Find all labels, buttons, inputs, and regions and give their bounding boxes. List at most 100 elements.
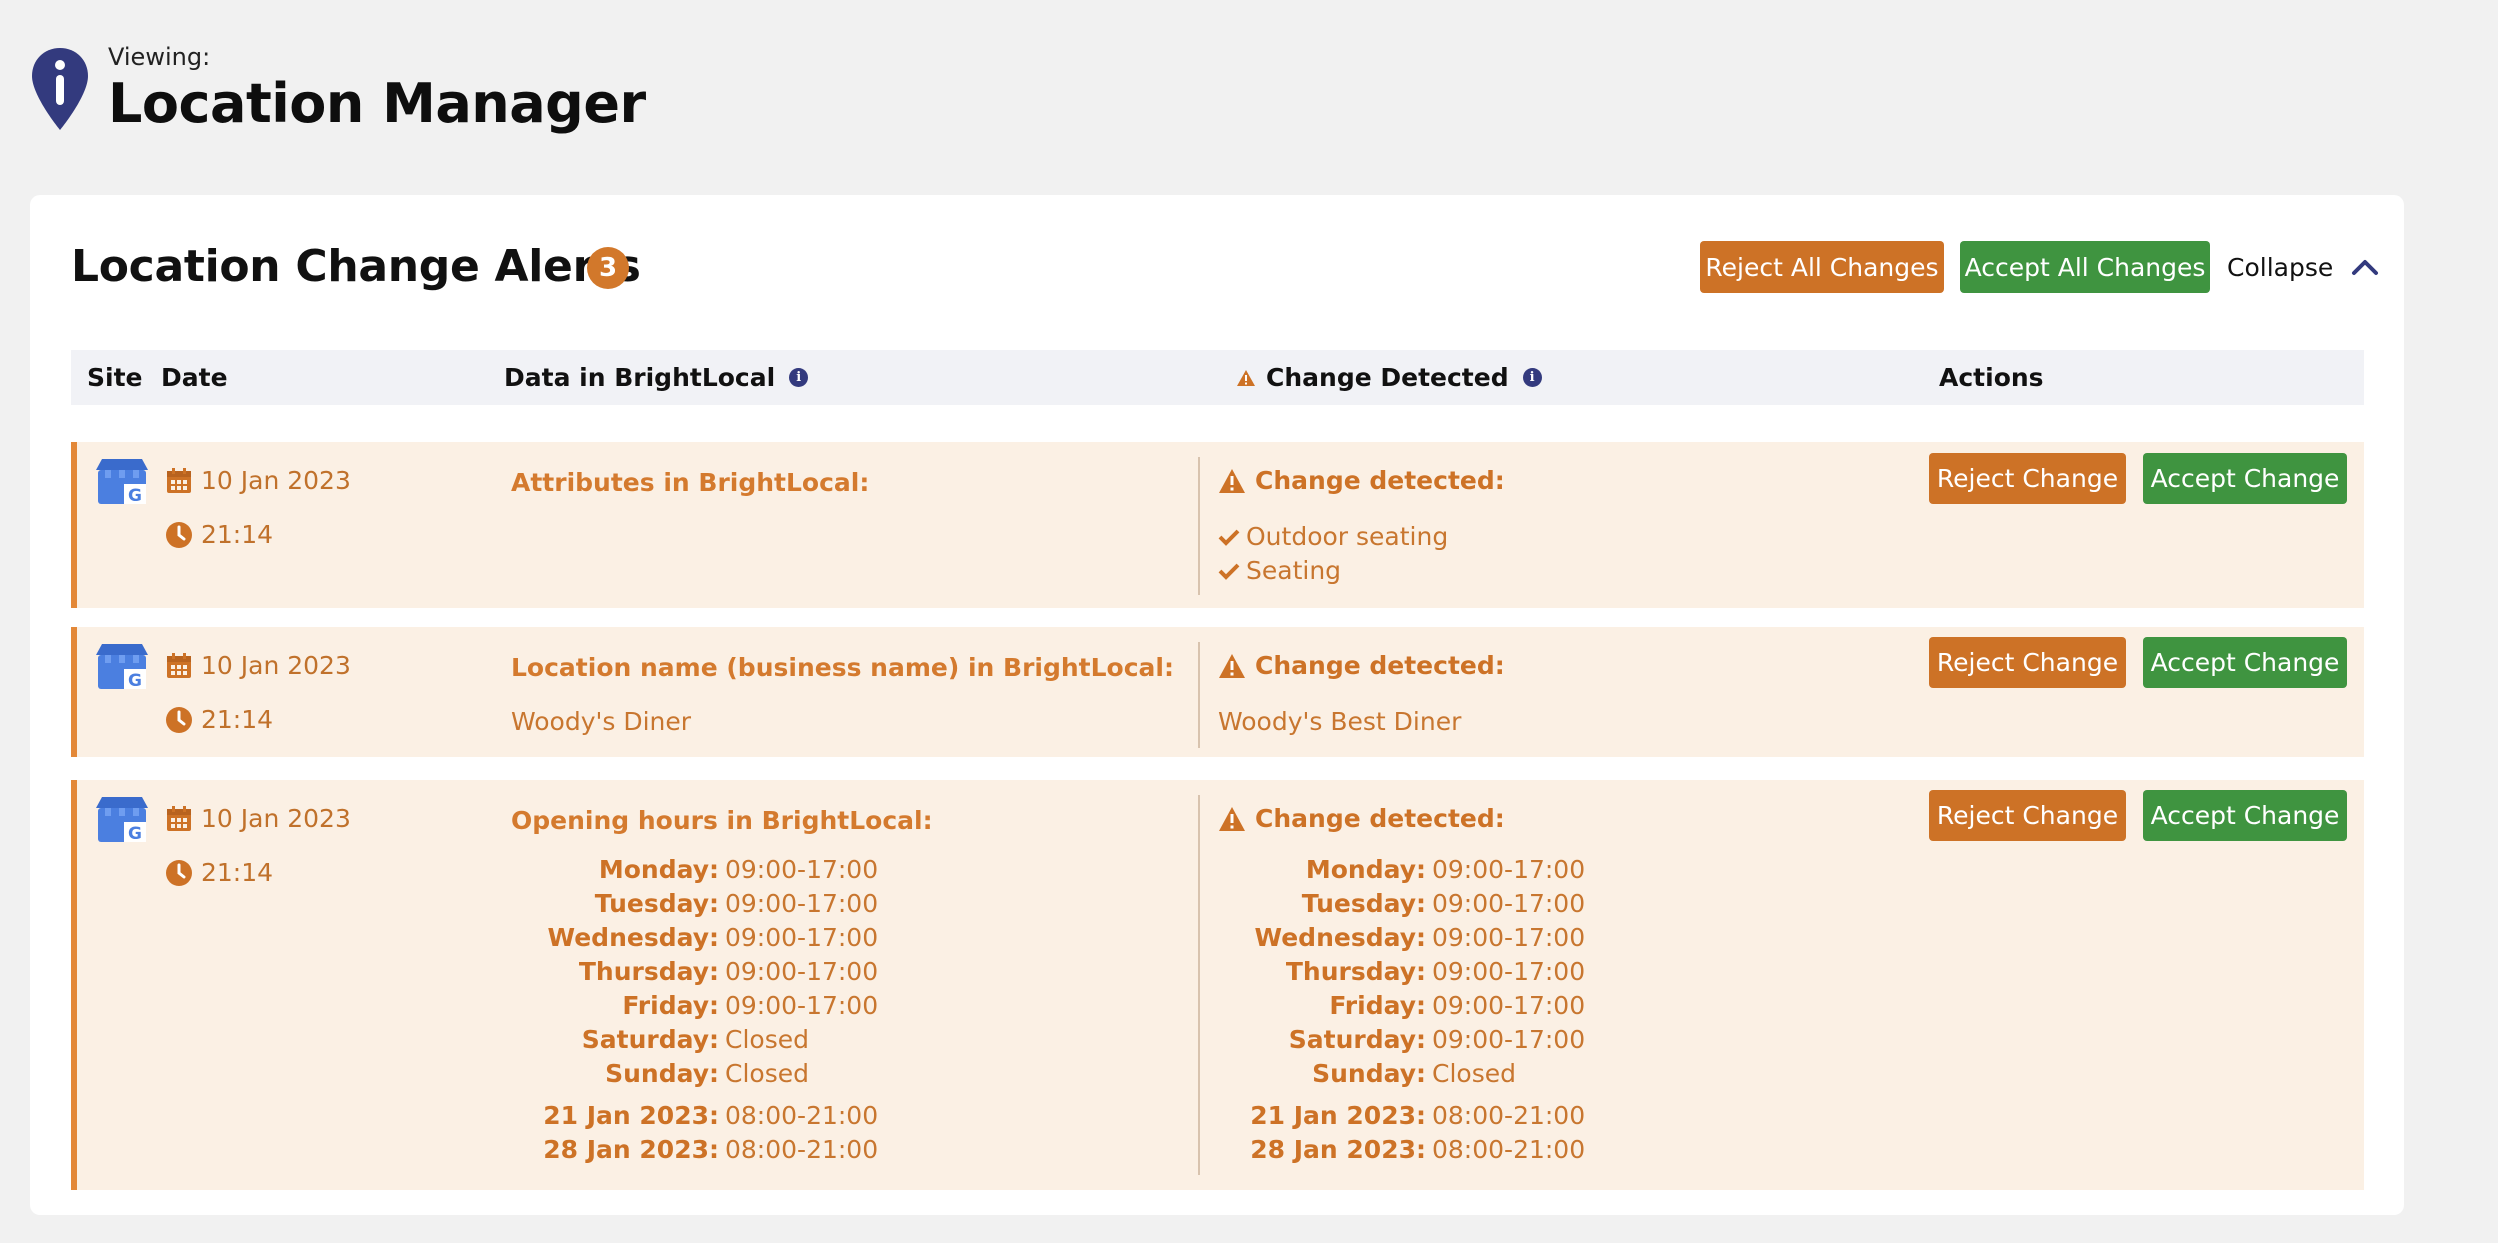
hours-day: 28 Jan 2023 (543, 1134, 709, 1164)
hours-time: 09:00-17:00 (725, 854, 879, 884)
list-item: 21 Jan 2023:08:00-21:00 (509, 1098, 878, 1132)
list-item: Friday:09:00-17:00 (509, 988, 878, 1022)
date-text: 10 Jan 2023 (201, 804, 351, 833)
page-title: Location Manager (108, 72, 646, 135)
time-text: 21:14 (201, 705, 274, 734)
hours-day: Saturday (581, 1024, 709, 1054)
hours-time: Closed (725, 1024, 809, 1054)
hours-separator: : (709, 956, 719, 986)
change-detected-label: Change detected: (1218, 466, 1505, 495)
info-icon[interactable]: i (1522, 368, 1542, 387)
hours-time: 09:00-17:00 (1432, 922, 1586, 952)
hours-day: Wednesday (547, 922, 709, 952)
location-change-alerts-card: Location Change Alerts 3 Reject All Chan… (30, 195, 2404, 1215)
accept-change-button[interactable]: Accept Change (2143, 790, 2347, 841)
hours-day: Monday (1305, 854, 1416, 884)
hours-day: 21 Jan 2023 (1250, 1100, 1416, 1130)
hours-separator: : (709, 990, 719, 1020)
date-text: 10 Jan 2023 (201, 651, 351, 680)
accept-all-button[interactable]: Accept All Changes (1960, 241, 2210, 293)
hours-time: Closed (725, 1058, 809, 1088)
row-time: 21:14 (165, 520, 273, 549)
column-divider (1198, 642, 1200, 748)
info-icon[interactable]: i (789, 368, 809, 387)
chevron-up-icon (2352, 260, 2379, 275)
hours-time: 09:00-17:00 (1432, 854, 1586, 884)
brightlocal-label: Attributes in BrightLocal: (511, 468, 870, 497)
column-date: Date (161, 363, 228, 392)
row-time: 21:14 (165, 858, 273, 887)
list-item: Sunday: Closed (509, 1056, 809, 1090)
list-item: Thursday:09:00-17:00 (1216, 954, 1585, 988)
accept-change-button[interactable]: Accept Change (2143, 453, 2347, 504)
table-row: G 10 Jan 2023 21:14 Location name (busin… (71, 627, 2364, 757)
hours-separator: : (1416, 922, 1426, 952)
collapse-toggle[interactable]: Collapse (2227, 241, 2379, 293)
time-text: 21:14 (201, 520, 274, 549)
table-header: Site Date Data in BrightLocal i Change D… (71, 350, 2364, 405)
hours-separator: : (1416, 1024, 1426, 1054)
hours-separator: : (1416, 888, 1426, 918)
hours-separator: : (709, 1058, 719, 1088)
list-item: 28 Jan 2023:08:00-21:00 (1216, 1132, 1585, 1166)
date-text: 10 Jan 2023 (201, 466, 351, 495)
change-detected-text: Change detected: (1255, 466, 1505, 495)
brightlocal-value: Woody's Diner (511, 707, 692, 736)
google-business-profile-icon: G (96, 797, 148, 844)
row-date: 10 Jan 2023 (165, 804, 351, 833)
row-time: 21:14 (165, 705, 273, 734)
accept-change-button[interactable]: Accept Change (2143, 637, 2347, 688)
table-row: G 10 Jan 2023 21:14 Attributes in Bright… (71, 442, 2364, 608)
change-item-text: Seating (1246, 556, 1342, 585)
hours-day: Thursday (578, 956, 709, 986)
check-icon (1218, 563, 1240, 580)
column-actions: Actions (1939, 363, 2044, 392)
clock-icon (166, 521, 192, 548)
hours-time: 08:00-21:00 (725, 1134, 879, 1164)
list-item: Saturday:09:00-17:00 (1216, 1022, 1585, 1056)
warning-triangle-icon (1219, 806, 1245, 831)
reject-change-button[interactable]: Reject Change (1929, 453, 2126, 504)
reject-change-button[interactable]: Reject Change (1929, 637, 2126, 688)
clock-icon (166, 706, 192, 733)
hours-day: Thursday (1285, 956, 1416, 986)
card-header: Location Change Alerts 3 Reject All Chan… (71, 237, 2379, 297)
svg-text:G: G (128, 824, 142, 844)
hours-day: Sunday (1312, 1058, 1416, 1088)
hours-day: Friday (622, 990, 709, 1020)
list-item: Friday:09:00-17:00 (1216, 988, 1585, 1022)
change-detected-text: Change detected: (1255, 804, 1505, 833)
brightlocal-label: Opening hours in BrightLocal: (511, 806, 933, 835)
reject-all-button[interactable]: Reject All Changes (1700, 241, 1944, 293)
brightlocal-label: Location name (business name) in BrightL… (511, 653, 1174, 682)
hours-day: Saturday (1288, 1024, 1416, 1054)
google-business-profile-icon: G (96, 459, 148, 506)
hours-time: 08:00-21:00 (1432, 1100, 1586, 1130)
list-item: Wednesday:09:00-17:00 (509, 920, 879, 954)
reject-change-button[interactable]: Reject Change (1929, 790, 2126, 841)
hours-separator: : (709, 854, 719, 884)
location-pin-info-icon (32, 48, 88, 130)
hours-day: Monday (598, 854, 709, 884)
hours-day: Tuesday (594, 888, 709, 918)
change-detected-label: Change detected: (1218, 804, 1505, 833)
svg-text:G: G (128, 486, 142, 506)
google-business-profile-icon: G (96, 644, 148, 691)
column-site: Site (87, 363, 143, 392)
hours-separator: : (709, 922, 719, 952)
time-text: 21:14 (201, 858, 274, 887)
list-item: Tuesday:09:00-17:00 (509, 886, 878, 920)
list-item: Seating (1218, 556, 1341, 585)
hours-time: 09:00-17:00 (725, 922, 879, 952)
column-data-in-brightlocal: Data in BrightLocal i (504, 350, 809, 405)
table-row: G 10 Jan 2023 21:14 Opening hours in Bri… (71, 780, 2364, 1190)
hours-day: 21 Jan 2023 (543, 1100, 709, 1130)
list-item: Monday:09:00-17:00 (509, 852, 878, 886)
svg-text:G: G (128, 671, 142, 691)
collapse-label: Collapse (2227, 252, 2334, 282)
hours-day: 28 Jan 2023 (1250, 1134, 1416, 1164)
alert-count-badge: 3 (587, 247, 629, 289)
hours-time: Closed (1432, 1058, 1516, 1088)
hours-day: Friday (1329, 990, 1416, 1020)
hours-day: Sunday (605, 1058, 709, 1088)
